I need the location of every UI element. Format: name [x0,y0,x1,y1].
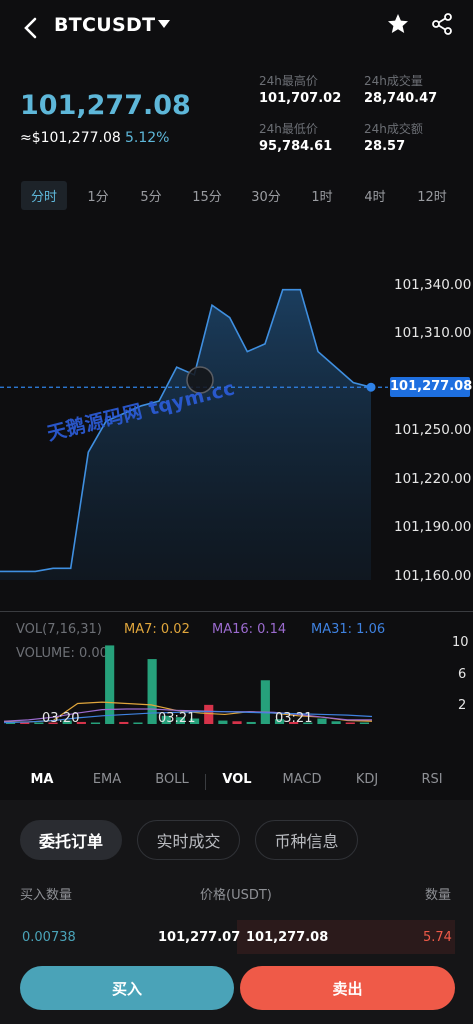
volume-bar [133,722,143,724]
change-percent: 5.12% [125,130,170,146]
amount-value: 28.57 [364,139,406,154]
current-price-dot [366,382,376,392]
volume-bar [90,722,101,724]
timeframe-bar: 分时 1分 5分 15分 30分 1时 4时 12时 [0,180,473,212]
timeframe-tab[interactable]: 4时 [364,186,385,205]
indicator-tab-macd[interactable]: MACD [283,772,322,787]
volume-bar [246,721,256,724]
volume-value: 28,740.47 [364,91,438,106]
chevron-left-icon [24,17,37,39]
indicator-tab-rsi[interactable]: RSI [421,772,442,787]
volume-label: 24h成交量 [364,74,423,88]
timeframe-tab[interactable]: 5分 [140,186,161,205]
indicator-tab-boll[interactable]: BOLL [155,772,188,787]
x-tick: 03:21 [158,711,196,726]
high-label: 24h最高价 [259,74,318,88]
timeframe-tab[interactable]: 1分 [87,186,108,205]
volume-bar [317,718,327,724]
buy-price: 101,277.07 [158,930,241,945]
share-icon[interactable] [430,12,454,36]
vol-y-tick: 6 [458,667,467,682]
sell-price: 101,277.08 [246,930,329,945]
indicator-tab-ma[interactable]: MA [31,772,54,787]
current-price-badge: 101,277.08 [390,377,472,397]
volume-bar [105,645,115,724]
y-tick: 101,220.00 [394,471,472,487]
indicator-divider [205,774,206,790]
volume-bar [147,659,157,724]
col-price: 价格(USDT) [200,888,272,903]
pair-title[interactable]: BTCUSDT [54,14,155,36]
indicator-tab-ema[interactable]: EMA [93,772,121,787]
volume-bar [331,721,341,724]
tab-trades[interactable]: 实时成交 [137,820,240,860]
indicator-tab-kdj[interactable]: KDJ [356,772,378,787]
timeframe-tab[interactable]: 15分 [192,186,222,205]
usd-price: ≈$101,277.08 [20,130,121,146]
volume-bar [218,720,228,724]
top-bar: BTCUSDT [0,0,473,56]
timeframe-tab[interactable]: 分时 [20,181,68,210]
low-value: 95,784.61 [259,139,333,154]
volume-bar [119,721,129,724]
y-tick: 101,310.00 [394,325,472,341]
x-tick: 03:20 [42,711,80,726]
divider [0,611,473,612]
timeframe-tab[interactable]: 1时 [311,186,332,205]
col-qty: 数量 [425,888,452,903]
col-buy-qty: 买入数量 [20,888,73,903]
timeframe-tab[interactable]: 12时 [417,186,447,205]
y-tick: 101,340.00 [394,277,472,293]
amount-label: 24h成交额 [364,122,423,136]
volume-bar [260,680,270,724]
volume-bar [232,721,242,724]
vol-y-tick: 2 [458,698,467,713]
high-value: 101,707.02 [259,91,342,106]
sell-qty: 5.74 [423,930,452,945]
y-tick: 101,160.00 [394,568,472,584]
indicator-tab-vol[interactable]: VOL [222,772,251,787]
star-icon[interactable] [386,12,410,36]
tab-orders[interactable]: 委托订单 [20,820,122,860]
y-tick: 101,190.00 [394,519,472,535]
volume-bar [345,722,355,724]
vol-y-tick: 10 [452,635,469,650]
indicator-tabs: MA EMA BOLL VOL MACD KDJ RSI [0,762,473,800]
caret-down-icon[interactable] [158,20,170,28]
back-button[interactable] [16,14,44,42]
buy-qty: 0.00738 [22,930,76,945]
x-tick: 03:21 [275,711,313,726]
volume-bar [204,704,214,724]
tab-coin-info[interactable]: 币种信息 [255,820,358,860]
buy-button[interactable]: 买入 [20,966,234,1010]
y-tick: 101,250.00 [394,422,472,438]
volume-bar [359,722,369,724]
low-label: 24h最低价 [259,122,318,136]
sell-button[interactable]: 卖出 [240,966,455,1010]
timeframe-tab[interactable]: 30分 [251,186,281,205]
last-price: 101,277.08 [20,90,191,121]
